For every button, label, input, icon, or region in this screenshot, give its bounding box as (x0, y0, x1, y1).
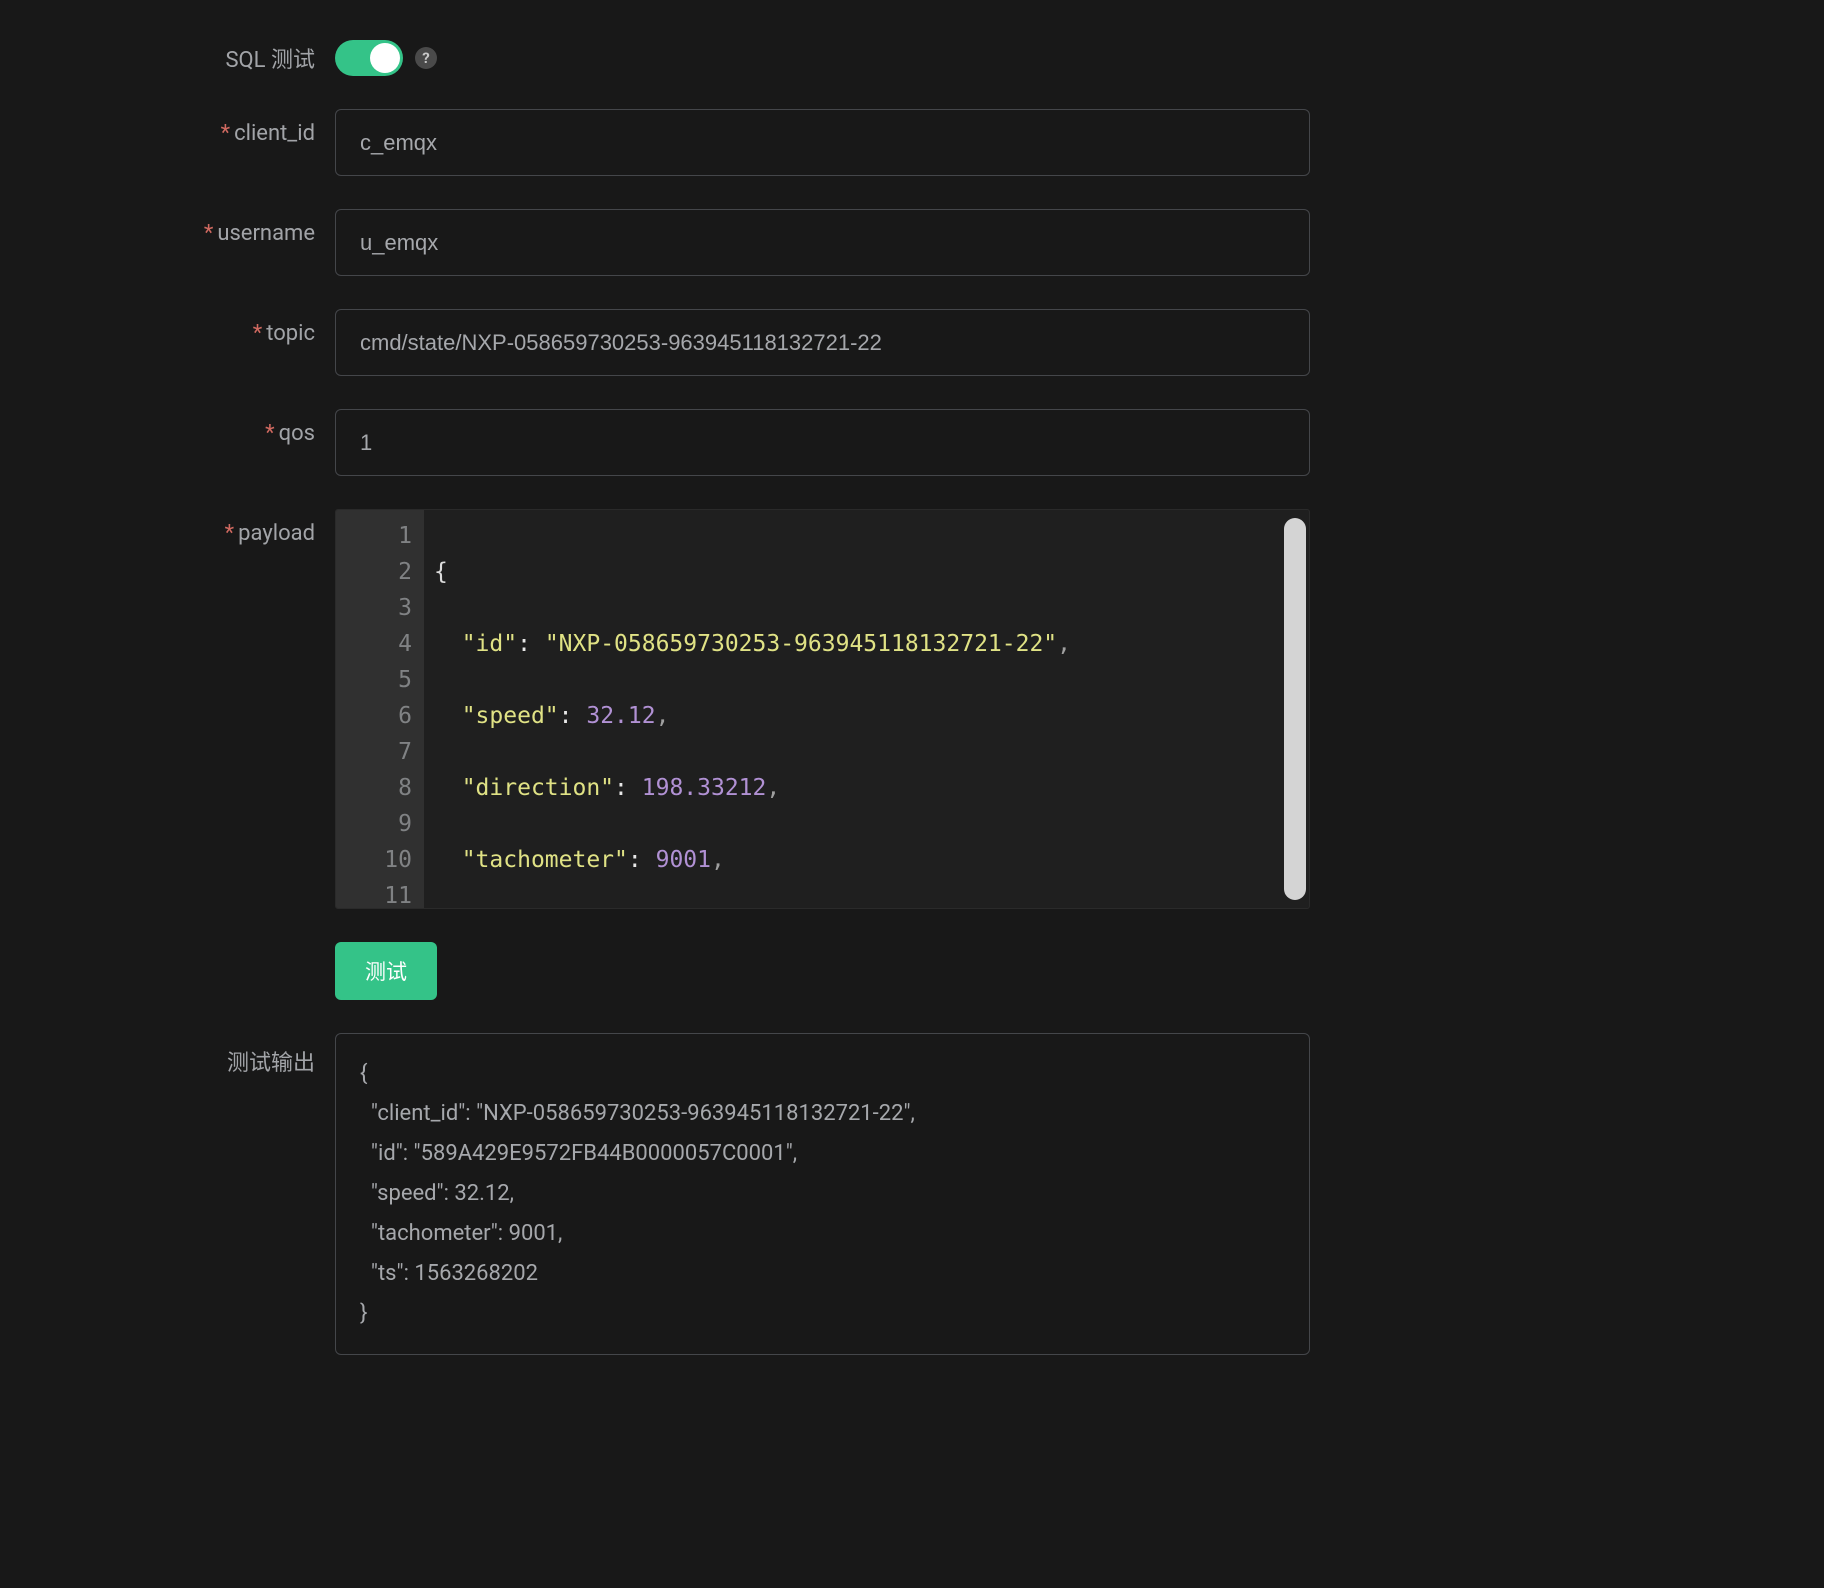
qos-label: qos (279, 421, 315, 446)
username-row: * username (90, 209, 1490, 276)
output-label: 测试输出 (90, 1033, 335, 1077)
client-id-label: client_id (234, 121, 315, 146)
qos-row: * qos (90, 409, 1490, 476)
help-icon[interactable]: ? (415, 47, 437, 69)
sql-test-toggle[interactable] (335, 40, 403, 76)
form-container: SQL 测试 ? * client_id * username * topic (90, 40, 1490, 1355)
qos-input[interactable] (335, 409, 1310, 476)
code-content[interactable]: { "id": "NXP-058659730253-96394511813272… (424, 510, 1309, 908)
required-marker: * (204, 221, 213, 246)
username-input[interactable] (335, 209, 1310, 276)
toggle-knob (370, 43, 400, 73)
username-label: username (217, 221, 315, 246)
required-marker: * (265, 421, 274, 446)
line-gutter: 1 2 3 4 5 6 7 8 9 10 11 (336, 510, 424, 908)
button-row: 测试 (90, 942, 1490, 1033)
required-marker: * (221, 121, 230, 146)
output-row: 测试输出 { "client_id": "NXP-058659730253-96… (90, 1033, 1490, 1355)
required-marker: * (253, 321, 262, 346)
editor-scrollbar[interactable] (1284, 518, 1306, 900)
topic-row: * topic (90, 309, 1490, 376)
sql-test-row: SQL 测试 ? (90, 40, 1490, 76)
test-output[interactable]: { "client_id": "NXP-058659730253-9639451… (335, 1033, 1310, 1355)
payload-editor[interactable]: 1 2 3 4 5 6 7 8 9 10 11 { "id": "NXP-058… (335, 509, 1310, 909)
sql-test-label: SQL 测试 (90, 42, 335, 74)
payload-label: payload (238, 521, 315, 546)
topic-input[interactable] (335, 309, 1310, 376)
required-marker: * (225, 521, 234, 546)
client-id-input[interactable] (335, 109, 1310, 176)
client-id-row: * client_id (90, 109, 1490, 176)
topic-label: topic (266, 321, 315, 346)
payload-row: * payload 1 2 3 4 5 6 7 8 9 10 11 { "i (90, 509, 1490, 909)
test-button[interactable]: 测试 (335, 942, 437, 1000)
